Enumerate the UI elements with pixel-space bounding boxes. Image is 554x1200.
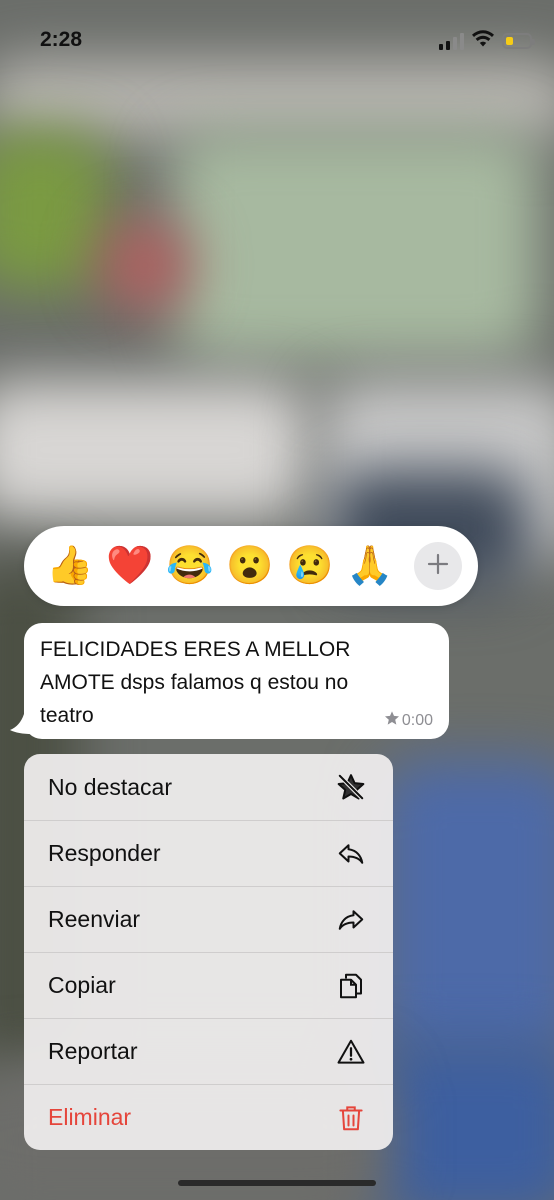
menu-item-label: Reportar	[48, 1038, 138, 1064]
reaction-praying-hands[interactable]: 🙏	[340, 536, 400, 596]
reaction-thumbs-up[interactable]: 👍	[40, 536, 100, 596]
status-icons	[439, 30, 535, 52]
reaction-tears-of-joy[interactable]: 😂	[160, 536, 220, 596]
menu-item-label: Eliminar	[48, 1104, 132, 1130]
menu-item-delete[interactable]: Eliminar	[24, 1084, 393, 1150]
message-text: FELICIDADES ERES A MELLOR AMOTE dsps fal…	[40, 638, 351, 727]
home-indicator[interactable]	[178, 1180, 376, 1186]
message-time: 0:00	[401, 711, 433, 729]
reaction-picker: 👍 ❤️ 😂 😮 😢 🙏	[24, 526, 478, 606]
message-meta: 0:00	[384, 710, 433, 731]
cellular-signal-icon	[439, 32, 464, 50]
star-icon	[384, 710, 400, 731]
reaction-crying[interactable]: 😢	[280, 536, 340, 596]
forward-icon	[335, 904, 367, 936]
menu-item-copy[interactable]: Copiar	[24, 952, 393, 1018]
menu-item-label: Responder	[48, 840, 161, 866]
battery-icon	[502, 33, 535, 49]
warning-icon	[335, 1036, 367, 1068]
plus-icon	[427, 553, 449, 580]
status-bar: 2:28	[0, 0, 554, 80]
menu-item-label: Reenviar	[48, 906, 141, 932]
copy-icon	[335, 970, 367, 1002]
reply-icon	[335, 838, 367, 870]
menu-item-forward[interactable]: Reenviar	[24, 886, 393, 952]
menu-item-unstar[interactable]: No destacar	[24, 754, 393, 820]
more-reactions-button[interactable]	[414, 542, 462, 590]
menu-item-label: No destacar	[48, 773, 173, 800]
menu-item-reply[interactable]: Responder	[24, 820, 393, 886]
reaction-surprised[interactable]: 😮	[220, 536, 280, 596]
unstar-icon	[335, 771, 367, 803]
wifi-icon	[472, 30, 494, 52]
context-menu: No destacar Responder Reenviar Copiar Re…	[24, 754, 393, 1150]
status-time: 2:28	[40, 28, 83, 51]
reaction-heart[interactable]: ❤️	[100, 536, 160, 596]
menu-item-report[interactable]: Reportar	[24, 1018, 393, 1084]
message-bubble[interactable]: FELICIDADES ERES A MELLOR AMOTE dsps fal…	[24, 623, 449, 739]
menu-item-label: Copiar	[48, 972, 116, 998]
trash-icon	[335, 1102, 367, 1134]
